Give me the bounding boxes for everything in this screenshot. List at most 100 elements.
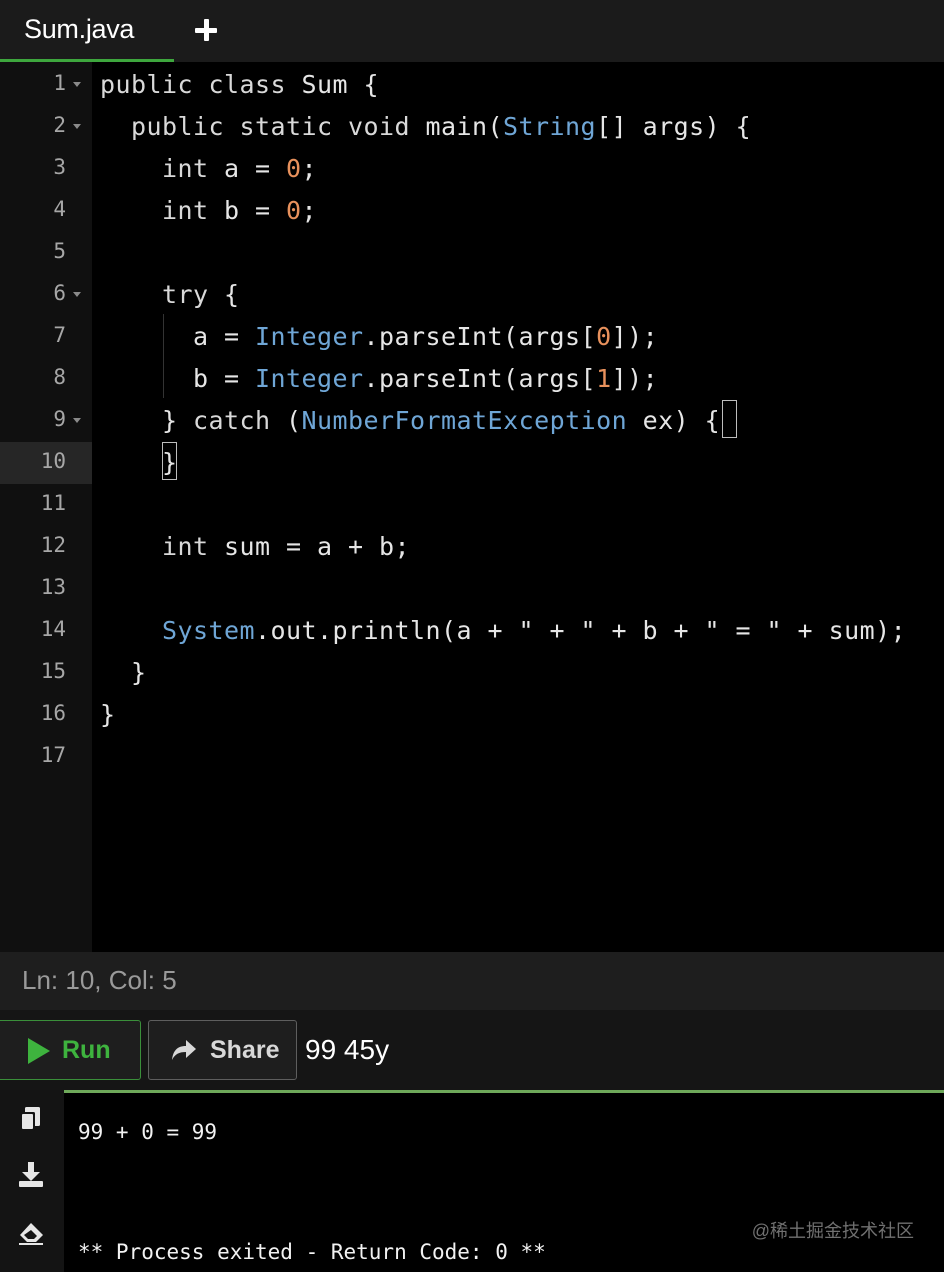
code-token: sum = a + b; bbox=[224, 532, 411, 561]
code-token: Integer bbox=[255, 364, 364, 393]
matched-bracket-close bbox=[162, 442, 177, 480]
line-number-row: 7 bbox=[0, 316, 92, 358]
program-arguments-input[interactable] bbox=[305, 1025, 925, 1075]
code-token: String bbox=[503, 112, 597, 141]
code-token: 0 bbox=[596, 322, 612, 351]
output-line: ** Process exited - Return Code: 0 ** bbox=[78, 1240, 546, 1264]
fold-chevron-icon[interactable] bbox=[73, 418, 81, 423]
line-number-row: 1 bbox=[0, 64, 92, 106]
line-number: 9 bbox=[53, 407, 66, 431]
code-token: Sum { bbox=[301, 70, 380, 99]
line-number-row: 10 bbox=[0, 442, 92, 484]
line-number-row: 2 bbox=[0, 106, 92, 148]
line-number: 14 bbox=[40, 617, 66, 641]
code-token: } bbox=[100, 700, 116, 729]
line-number-row: 12 bbox=[0, 526, 92, 568]
run-button[interactable]: Run bbox=[0, 1020, 141, 1080]
code-editor[interactable]: 1 2 3 4 5 6 7 8 9 10 11 12 13 14 15 16 17 public class S… bbox=[0, 62, 944, 952]
code-token: int bbox=[100, 196, 225, 225]
line-number-row: 5 bbox=[0, 232, 92, 274]
line-number-row: 17 bbox=[0, 736, 92, 778]
code-area[interactable]: public class Sum { public static void ma… bbox=[100, 62, 944, 952]
code-token: int bbox=[100, 532, 225, 561]
line-number: 2 bbox=[53, 113, 66, 137]
line-number-row: 6 bbox=[0, 274, 92, 316]
line-number: 11 bbox=[40, 491, 66, 515]
share-icon bbox=[172, 1040, 196, 1060]
play-icon bbox=[28, 1038, 50, 1064]
line-number: 17 bbox=[40, 743, 66, 767]
download-icon[interactable] bbox=[16, 1160, 46, 1190]
code-token: 1 bbox=[596, 364, 612, 393]
code-token: ]); bbox=[611, 364, 659, 393]
code-token: NumberFormatException bbox=[301, 406, 628, 435]
code-token: 0 bbox=[286, 196, 302, 225]
output-panel: 99 + 0 = 99 ** Process exited - Return C… bbox=[0, 1090, 944, 1272]
plus-icon[interactable] bbox=[192, 15, 222, 45]
fold-chevron-icon[interactable] bbox=[73, 292, 81, 297]
code-token: ; bbox=[301, 154, 318, 183]
code-line: a = Integer.parseInt(args[0]); bbox=[100, 316, 658, 358]
code-line: public static void main(String[] args) { bbox=[100, 106, 751, 148]
code-token: public static void bbox=[100, 112, 426, 141]
line-number-row: 14 bbox=[0, 610, 92, 652]
tab-bar: Sum.java bbox=[0, 0, 944, 62]
fold-chevron-icon[interactable] bbox=[73, 124, 81, 129]
code-token: a = bbox=[224, 154, 287, 183]
code-token: main( bbox=[425, 112, 504, 141]
line-number-row: 15 bbox=[0, 652, 92, 694]
code-token: ; bbox=[301, 196, 318, 225]
code-token: .parseInt(args[ bbox=[363, 364, 597, 393]
line-number: 15 bbox=[40, 659, 66, 683]
matched-bracket-open bbox=[722, 400, 737, 438]
code-token: } bbox=[100, 406, 194, 435]
run-label: Run bbox=[62, 1036, 111, 1064]
code-line: } bbox=[100, 652, 147, 694]
line-number-row: 9 bbox=[0, 400, 92, 442]
code-line: try { bbox=[100, 274, 240, 316]
status-bar: Ln: 10, Col: 5 bbox=[0, 952, 944, 1010]
tab-sum-java[interactable]: Sum.java bbox=[0, 0, 174, 62]
code-line: b = Integer.parseInt(args[1]); bbox=[100, 358, 658, 400]
line-number-gutter: 1 2 3 4 5 6 7 8 9 10 11 12 13 14 15 16 17 bbox=[0, 62, 92, 952]
code-line: public class Sum { bbox=[100, 64, 379, 106]
line-number: 6 bbox=[53, 281, 66, 305]
line-number-row: 11 bbox=[0, 484, 92, 526]
code-line: int a = 0; bbox=[100, 148, 317, 190]
line-number: 4 bbox=[53, 197, 66, 221]
line-number: 1 bbox=[53, 71, 66, 95]
line-number: 13 bbox=[40, 575, 66, 599]
output-divider bbox=[64, 1090, 944, 1093]
code-token: int bbox=[100, 154, 225, 183]
code-token: try bbox=[100, 280, 225, 309]
line-number: 8 bbox=[53, 365, 66, 389]
watermark: @稀土掘金技术社区 bbox=[751, 1221, 914, 1241]
code-line: } catch (NumberFormatException ex) { bbox=[100, 400, 720, 442]
code-token: { bbox=[224, 280, 240, 309]
code-token: public class bbox=[100, 70, 302, 99]
code-token: ( bbox=[286, 406, 302, 435]
fold-chevron-icon[interactable] bbox=[73, 82, 81, 87]
line-number: 10 bbox=[40, 449, 66, 473]
line-number: 3 bbox=[53, 155, 66, 179]
code-line: int sum = a + b; bbox=[100, 526, 410, 568]
code-token: .parseInt(args[ bbox=[363, 322, 597, 351]
share-button[interactable]: Share bbox=[148, 1020, 297, 1080]
code-token: b = bbox=[224, 196, 287, 225]
copy-icon[interactable] bbox=[16, 1104, 46, 1134]
code-token: a = bbox=[100, 322, 256, 351]
erase-icon[interactable] bbox=[16, 1217, 46, 1247]
tab-label: Sum.java bbox=[24, 14, 135, 44]
line-number-row: 16 bbox=[0, 694, 92, 736]
run-toolbar: Run Share bbox=[0, 1010, 944, 1090]
code-token: [] args) { bbox=[596, 112, 752, 141]
code-line: System.out.println(a + " + " + b + " = "… bbox=[100, 610, 906, 652]
code-token: b = bbox=[100, 364, 256, 393]
share-label: Share bbox=[210, 1036, 280, 1064]
line-number: 7 bbox=[53, 323, 66, 347]
line-number: 12 bbox=[40, 533, 66, 557]
line-number: 16 bbox=[40, 701, 66, 725]
code-line: } bbox=[100, 694, 116, 736]
line-number-row: 3 bbox=[0, 148, 92, 190]
code-token: System bbox=[100, 616, 256, 645]
